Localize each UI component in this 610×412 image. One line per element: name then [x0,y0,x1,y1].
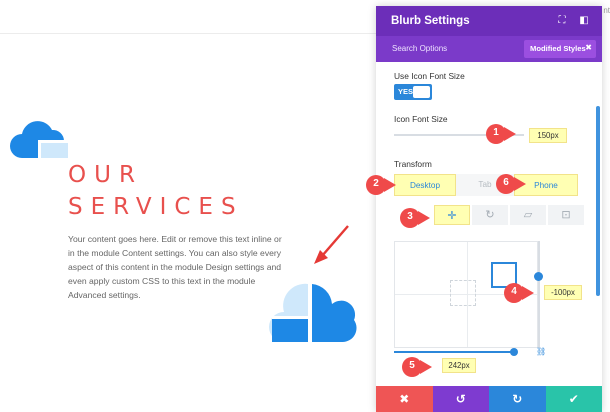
transform-label: Transform [394,159,432,169]
translate-y-slider[interactable] [538,241,540,348]
search-options-link[interactable]: Search Options [392,44,447,53]
toggle-knob [413,86,430,98]
expand-icon[interactable]: ⛶ [556,15,568,27]
body-text: Your content goes here. Edit or remove t… [68,234,282,300]
transform-origin-icon[interactable]: ⊡ [548,205,584,225]
translate-x-knob[interactable] [510,348,518,356]
heading-line-2: SERVICES [68,194,244,220]
translate-y-input[interactable]: -100px [544,285,582,300]
discard-button[interactable]: ✖ [376,386,433,412]
cloud-large-icon [268,278,360,353]
corner-text: nt [603,6,610,15]
panel-scrollbar[interactable] [596,106,600,296]
save-button[interactable]: ✔ [545,386,602,412]
translate-x-input[interactable]: 242px [442,358,476,373]
use-icon-font-size-toggle[interactable]: YES [394,84,432,100]
panel-header: Blurb Settings ⛶ ◧ [376,6,602,36]
panel-subbar: Search Options Modified Styles ✖ [376,36,602,62]
heading-line-1: OUR [68,162,143,188]
modified-styles-filter[interactable]: Modified Styles ✖ [524,40,596,58]
icon-font-size-input[interactable]: 150px [529,128,567,143]
callout-badge-1: 1 [486,124,516,144]
sidebar-icon[interactable]: ◧ [578,15,590,27]
use-icon-font-size-label: Use Icon Font Size [394,71,465,81]
callout-badge-5: 5 [402,357,432,377]
close-icon[interactable]: ✖ [585,43,592,52]
callout-badge-2: 2 [366,175,396,195]
panel-footer: ✖ ↺ ↻ ✔ [376,386,602,412]
translate-y-knob[interactable] [534,272,543,281]
cloud-icon [8,112,70,165]
translate-x-fill [394,351,512,353]
tab-desktop[interactable]: Desktop [394,174,456,196]
header-divider [0,33,380,34]
rotate-icon[interactable]: ↻ [472,205,508,225]
translate-move-icon[interactable]: ✛ [434,205,470,225]
link-icon[interactable]: ⛓ [536,347,546,356]
callout-badge-3: 3 [400,208,430,228]
panel-title: Blurb Settings [391,15,470,27]
callout-badge-6: 6 [496,174,526,194]
original-position-box [450,280,476,306]
modified-styles-label: Modified Styles [530,44,586,53]
redo-button[interactable]: ↻ [489,386,546,412]
skew-icon[interactable]: ▱ [510,205,546,225]
icon-font-size-label: Icon Font Size [394,114,448,124]
annotation-arrow-icon [308,222,358,273]
callout-badge-4: 4 [504,283,534,303]
undo-button[interactable]: ↺ [432,386,489,412]
toggle-value: YES [398,87,414,96]
